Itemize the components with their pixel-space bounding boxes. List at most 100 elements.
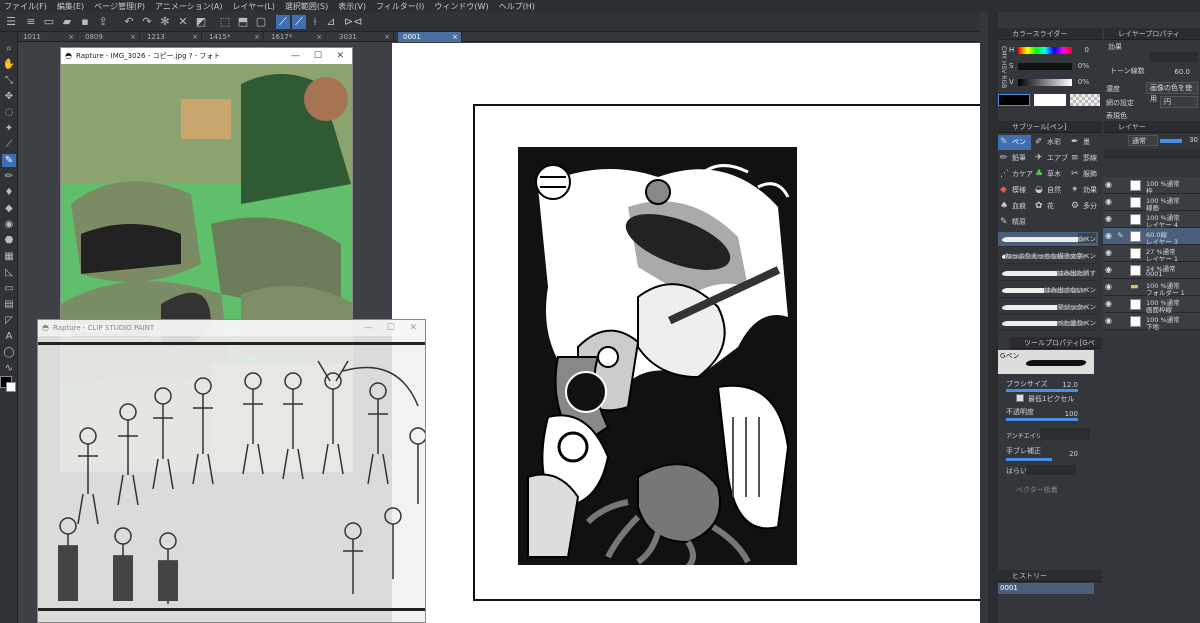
invert-selection-icon[interactable]: ⬒ xyxy=(236,15,250,29)
fill-tool-icon[interactable]: ⬣ xyxy=(2,234,16,247)
move-icon[interactable]: ✥ xyxy=(2,90,16,103)
eye-icon[interactable]: ◉ xyxy=(1105,282,1112,291)
harai-selector[interactable] xyxy=(1026,465,1076,475)
subtool-plant[interactable]: ♣ 草木 xyxy=(1033,167,1067,182)
stabilization-slider[interactable] xyxy=(1006,458,1052,461)
snap-ruler-icon[interactable]: ⟋ xyxy=(276,15,290,29)
brush-item[interactable]: ねっぷりえっちな描き文字ペン xyxy=(998,249,1098,264)
new-file-icon[interactable]: ▭ xyxy=(42,15,56,29)
subtool-hatch[interactable]: ⋰ カケア xyxy=(998,167,1033,182)
menu-window[interactable]: ウィンドウ(W) xyxy=(434,1,488,12)
ruler-icon[interactable]: ⊿ xyxy=(324,15,338,29)
menu-filter[interactable]: フィルター(I) xyxy=(376,1,424,12)
hand-icon[interactable]: ✋ xyxy=(2,58,16,71)
subtool-pen[interactable]: ✎ ペン xyxy=(998,135,1031,150)
tab-1415[interactable]: 1415* × xyxy=(204,32,264,42)
eye-icon[interactable]: ◉ xyxy=(1105,316,1112,325)
snap-grid-icon[interactable]: ⟊ xyxy=(308,15,322,29)
tab-1011[interactable]: 1011 × xyxy=(18,32,78,42)
maximize-icon[interactable]: ☐ xyxy=(387,320,395,336)
stabilization-value[interactable]: 20 xyxy=(1058,450,1078,458)
line-fix-icon[interactable]: ◸ xyxy=(2,314,16,327)
layout-icon[interactable]: ☰ xyxy=(4,15,18,29)
brush-item[interactable]: はみ出た消す xyxy=(998,266,1098,281)
menu-layer[interactable]: レイヤー(L) xyxy=(232,1,274,12)
eyedropper-icon[interactable]: ⟋ xyxy=(2,138,16,151)
value-slider[interactable] xyxy=(1018,79,1072,86)
subtool-ink[interactable]: ✒ 墨 xyxy=(1069,135,1102,150)
close-icon[interactable]: × xyxy=(384,32,390,42)
opacity-slider[interactable] xyxy=(1006,418,1078,421)
close-icon[interactable]: × xyxy=(254,32,260,42)
menu-selection[interactable]: 選択範囲(S) xyxy=(285,1,328,12)
subtool-pattern[interactable]: ◆ 模様 xyxy=(998,183,1031,198)
layer-opacity-value[interactable]: 30 xyxy=(1184,136,1198,144)
pencil-tool-icon[interactable]: ✏ xyxy=(2,170,16,183)
gradient-icon[interactable]: ▦ xyxy=(2,250,16,263)
transparent-color-chip[interactable] xyxy=(1070,94,1100,106)
brush-size-slider[interactable] xyxy=(1006,389,1078,392)
opacity-slider[interactable] xyxy=(1160,139,1182,143)
antialias-selector[interactable] xyxy=(1040,428,1090,440)
operation-icon[interactable]: ⤡ xyxy=(2,74,16,87)
close-icon[interactable]: × xyxy=(68,32,74,42)
saturation-value[interactable]: 0% xyxy=(1075,62,1089,70)
brush-item[interactable]: マジックペン xyxy=(998,300,1098,315)
close-icon[interactable]: × xyxy=(130,32,136,42)
tab-1213[interactable]: 1213 × xyxy=(142,32,202,42)
menu-icon[interactable]: ≡ xyxy=(24,15,38,29)
menu-help[interactable]: ヘルプ(H) xyxy=(499,1,535,12)
minimize-icon[interactable]: — xyxy=(364,320,373,336)
eye-icon[interactable]: ◉ xyxy=(1105,197,1112,206)
export-icon[interactable]: ⇪ xyxy=(96,15,110,29)
redo-icon[interactable]: ↷ xyxy=(140,15,154,29)
color-mode-tabs[interactable]: CMY HSV RGB xyxy=(998,42,1007,92)
density-select[interactable]: 画像の色を使用 xyxy=(1146,82,1198,103)
menu-animation[interactable]: アニメーション(A) xyxy=(155,1,222,12)
auto-select-icon[interactable]: ✦ xyxy=(2,122,16,135)
opacity-value[interactable]: 100 xyxy=(1058,410,1078,418)
layer-row[interactable]: ◉ 100 %通常 下地 xyxy=(1103,313,1200,331)
close-icon[interactable]: × xyxy=(452,32,458,42)
layer-row[interactable]: ◉ 24 %通常 0001 xyxy=(1103,262,1200,279)
text-icon[interactable]: A xyxy=(2,330,16,343)
fill-icon[interactable]: ◩ xyxy=(194,15,208,29)
subtool-ruled[interactable]: ≡ 罫線 xyxy=(1069,151,1102,166)
eye-icon[interactable]: ◉ xyxy=(1105,214,1112,223)
flip-icon[interactable]: ⊳⊲ xyxy=(344,15,362,29)
eye-icon[interactable]: ◉ xyxy=(1105,299,1112,308)
min-pixel-checkbox[interactable] xyxy=(1016,394,1024,402)
brush-item[interactable]: べた塗りペン xyxy=(998,316,1098,331)
eraser-icon[interactable]: ◆ xyxy=(2,202,16,215)
save-icon[interactable]: ▪ xyxy=(78,15,92,29)
subtool-misc[interactable]: ⚙ 多分 xyxy=(1069,199,1102,214)
sub-color-chip[interactable] xyxy=(1034,94,1066,106)
correct-line-icon[interactable]: ∿ xyxy=(2,362,16,375)
eye-icon[interactable]: ◉ xyxy=(1105,231,1112,240)
saturation-slider[interactable] xyxy=(1018,63,1072,70)
blend-mode-select[interactable]: 通常 xyxy=(1128,135,1158,146)
minimize-icon[interactable]: — xyxy=(291,48,300,64)
subtool-nature[interactable]: ◒ 自然 xyxy=(1033,183,1067,198)
maximize-icon[interactable]: ☐ xyxy=(314,48,322,64)
loading-icon[interactable]: ✻ xyxy=(158,15,172,29)
clear-icon[interactable]: ✕ xyxy=(176,15,190,29)
subtool-watercolor[interactable]: ✐ 水彩 xyxy=(1033,135,1067,150)
snap-special-icon[interactable]: ⟋ xyxy=(292,15,306,29)
layer-folder-row[interactable]: ◉ ▬ 100 %通常 フォルダー 1 xyxy=(1103,279,1200,297)
subtool-pencil[interactable]: ✏ 鉛筆 xyxy=(998,151,1031,166)
eye-icon[interactable]: ◉ xyxy=(1105,265,1112,274)
eye-icon[interactable]: ◉ xyxy=(1105,248,1112,257)
subtool-blood[interactable]: ♠ 血痕 xyxy=(998,199,1031,214)
sub-color-swatch[interactable] xyxy=(6,382,16,392)
frame-icon[interactable]: ▭ xyxy=(2,282,16,295)
layer-row[interactable]: ◉ 100 %通常 線画 xyxy=(1103,194,1200,212)
brush-item[interactable]: はみ出さないペン xyxy=(998,283,1098,298)
close-icon[interactable]: × xyxy=(316,32,322,42)
selection-icon[interactable]: ▢ xyxy=(254,15,268,29)
hue-value[interactable]: 0 xyxy=(1075,46,1089,54)
balloon-icon[interactable]: ◯ xyxy=(2,346,16,359)
menu-file[interactable]: ファイル(F) xyxy=(4,1,47,12)
tab-3031[interactable]: 3031 × xyxy=(334,32,394,42)
pen-tool-icon[interactable]: ✎ xyxy=(2,154,16,167)
